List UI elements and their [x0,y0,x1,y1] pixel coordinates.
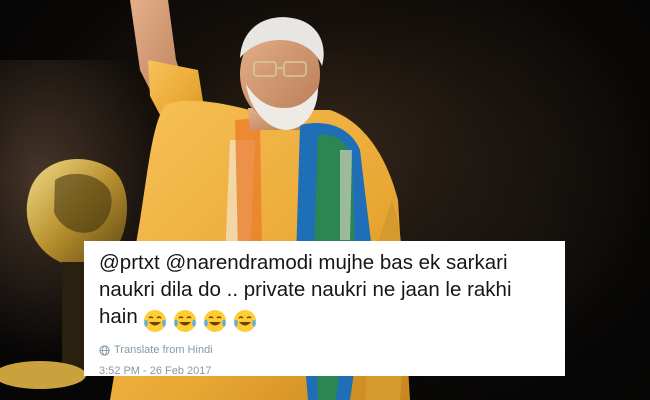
globe-icon [99,344,110,356]
face-with-tears-of-joy-icon [144,309,167,332]
background-scene: @prtxt @narendramodi mujhe bas ek sarkar… [0,0,650,400]
face-with-tears-of-joy-icon [174,309,197,332]
tweet-card: @prtxt @narendramodi mujhe bas ek sarkar… [84,241,565,377]
translate-label[interactable]: Translate from Hindi [114,344,213,356]
tweet-text: @prtxt @narendramodi mujhe bas ek sarkar… [99,249,551,333]
face-with-tears-of-joy-icon [204,309,227,332]
emoji-row [143,306,263,333]
translate-link[interactable]: Translate from Hindi [99,344,551,356]
face-with-tears-of-joy-icon [234,309,257,332]
tweet-timestamp[interactable]: 3:52 PM - 26 Feb 2017 [99,365,551,377]
